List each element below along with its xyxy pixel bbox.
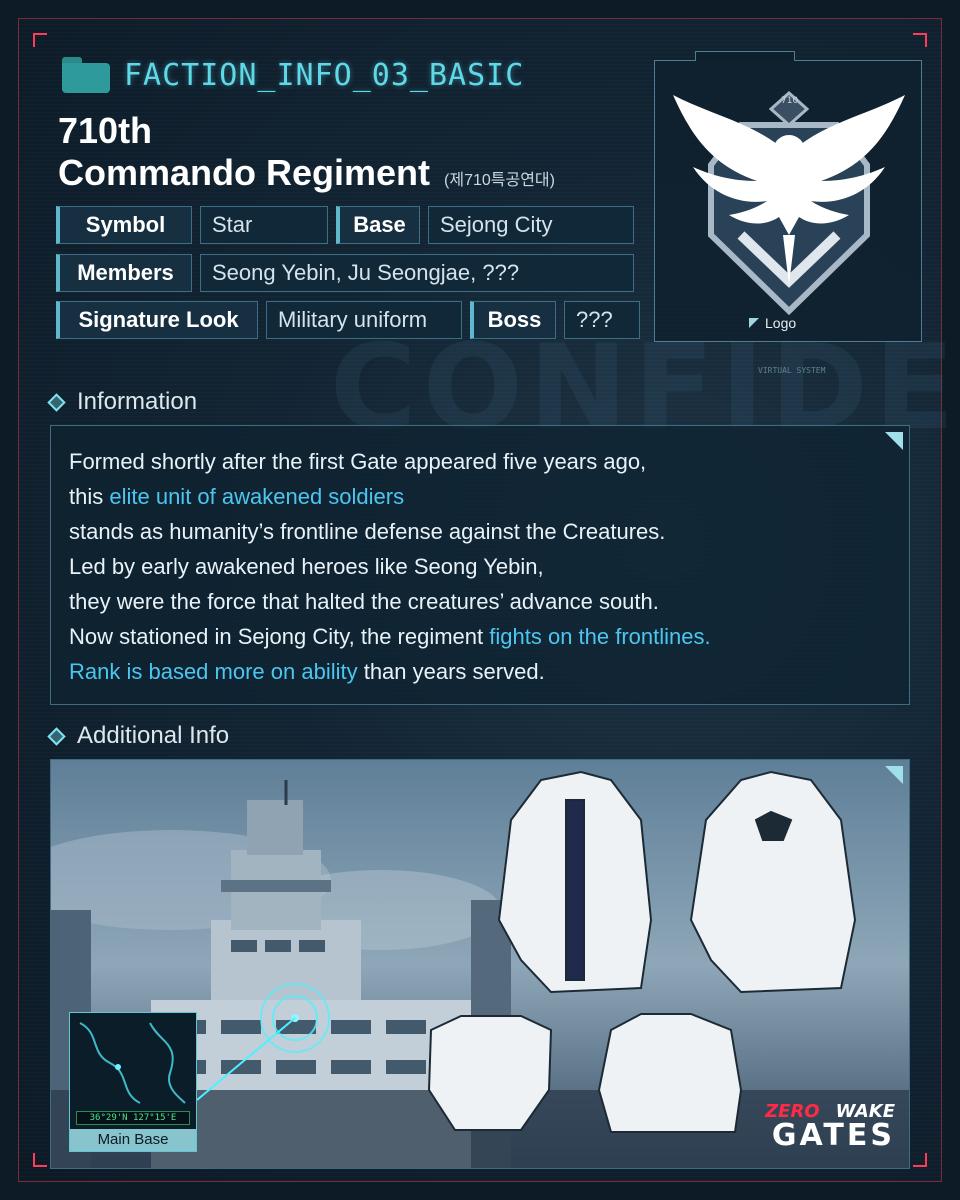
info-highlight: fights on the frontlines. xyxy=(489,624,711,649)
info-row-symbol-base: Symbol Star Base Sejong City xyxy=(56,206,634,244)
game-logo: ZERO WAKE GATES xyxy=(765,1101,895,1153)
file-title: FACTION_INFO_03_BASIC xyxy=(124,57,525,93)
diamond-icon xyxy=(47,392,66,412)
info-line: Led by early awakened heroes like Seong … xyxy=(69,554,544,579)
information-heading: Information xyxy=(47,388,198,416)
info-row-look-boss: Signature Look Military uniform Boss ??? xyxy=(56,301,640,339)
members-label: Members xyxy=(56,254,192,292)
info-line: Formed shortly after the first Gate appe… xyxy=(69,449,647,474)
information-box: Formed shortly after the first Gate appe… xyxy=(50,425,910,705)
symbol-label: Symbol xyxy=(56,206,192,244)
folder-icon xyxy=(62,57,110,93)
diamond-icon xyxy=(47,726,66,746)
corner-triangle-icon xyxy=(885,432,903,450)
boss-label: Boss xyxy=(470,301,556,339)
info-highlight: elite unit of awakened soldiers xyxy=(109,484,405,509)
info-line: stands as humanity’s frontline defense a… xyxy=(69,519,666,544)
title-main: Commando Regiment xyxy=(58,152,431,193)
additional-panel: 36°29'N 127°15'E Main Base ZERO WAKE GATE… xyxy=(50,759,910,1169)
title-line2: Commando Regiment (제710특공연대) xyxy=(58,152,555,202)
page-title: 710th Commando Regiment (제710특공연대) xyxy=(58,110,555,202)
info-line: Now stationed in Sejong City, the regime… xyxy=(69,624,711,649)
virtual-system-label: VIRTUAL SYSTEM xyxy=(758,366,826,375)
minimap-terrain xyxy=(70,1013,196,1109)
frame-corner xyxy=(33,33,47,47)
additional-heading-text: Additional Info xyxy=(77,722,230,749)
look-label: Signature Look xyxy=(56,301,258,339)
minimap[interactable]: 36°29'N 127°15'E Main Base xyxy=(69,1012,197,1152)
symbol-value: Star xyxy=(200,206,328,244)
logo-caption: Logo xyxy=(749,315,796,331)
information-heading-text: Information xyxy=(77,388,198,415)
info-line: this elite unit of awakened soldiers xyxy=(69,484,405,509)
logo-panel: 710 Logo xyxy=(654,51,922,342)
base-label: Base xyxy=(336,206,420,244)
svg-text:710: 710 xyxy=(781,96,798,106)
brand-gates: GATES xyxy=(771,1118,895,1153)
info-line: they were the force that halted the crea… xyxy=(69,589,659,614)
title-korean: (제710특공연대) xyxy=(444,172,555,189)
boss-value: ??? xyxy=(564,301,640,339)
additional-heading: Additional Info xyxy=(47,722,230,750)
members-value: Seong Yebin, Ju Seongjae, ??? xyxy=(200,254,634,292)
file-header: FACTION_INFO_03_BASIC xyxy=(62,57,524,93)
frame-corner xyxy=(913,1153,927,1167)
frame-corner xyxy=(33,1153,47,1167)
title-line1: 710th xyxy=(58,110,153,151)
info-row-members: Members Seong Yebin, Ju Seongjae, ??? xyxy=(56,254,634,292)
frame-corner xyxy=(913,33,927,47)
look-value: Military uniform xyxy=(266,301,462,339)
info-line: Rank is based more on ability than years… xyxy=(69,659,545,684)
eagle-emblem-icon: 710 xyxy=(673,90,905,315)
info-highlight: Rank is based more on ability xyxy=(69,659,358,684)
corner-triangle-icon xyxy=(885,766,903,784)
caption-triangle-icon xyxy=(749,318,759,328)
logo-caption-text: Logo xyxy=(765,315,797,331)
map-coordinates: 36°29'N 127°15'E xyxy=(76,1111,190,1125)
main-base-label: Main Base xyxy=(70,1129,196,1151)
base-value: Sejong City xyxy=(428,206,634,244)
